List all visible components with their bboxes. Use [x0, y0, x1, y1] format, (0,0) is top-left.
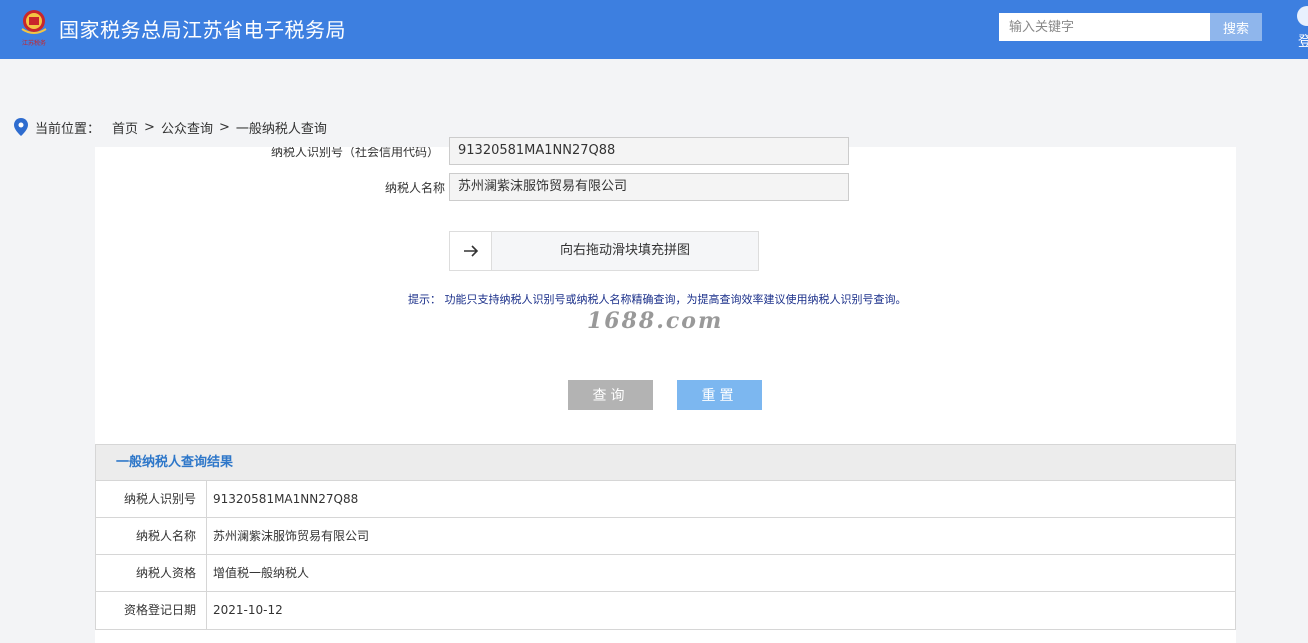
row-value: 2021-10-12 — [213, 603, 283, 617]
top-header: 江苏税务 国家税务总局江苏省电子税务局 搜索 登 — [0, 0, 1308, 59]
slider-handle[interactable] — [450, 232, 492, 270]
breadcrumb: 当前位置： 首页 > 公众查询 > 一般纳税人查询 — [14, 117, 327, 137]
breadcrumb-separator: > — [218, 119, 230, 135]
row-label: 纳税人识别号 — [96, 481, 207, 517]
search-input[interactable] — [999, 13, 1210, 41]
taxpayer-name-label: 纳税人名称 — [384, 181, 445, 195]
reset-button[interactable]: 重置 — [677, 380, 762, 410]
site-title: 国家税务总局江苏省电子税务局 — [59, 18, 346, 42]
results-title: 一般纳税人查询结果 — [96, 445, 1235, 481]
breadcrumb-label: 当前位置： — [35, 121, 101, 137]
row-value: 增值税一般纳税人 — [213, 566, 310, 580]
row-value: 苏州澜紫沫服饰贸易有限公司 — [213, 529, 370, 543]
login-link[interactable]: 登 — [1298, 31, 1308, 51]
row-label: 资格登记日期 — [96, 592, 207, 629]
taxpayer-name-field[interactable]: 苏州澜紫沫服饰贸易有限公司 — [449, 173, 849, 201]
breadcrumb-separator: > — [144, 119, 155, 135]
tax-id-field[interactable]: 91320581MA1NN27Q88 — [449, 137, 849, 165]
location-pin-icon — [14, 118, 28, 136]
slider-instruction: 向右拖动滑块填充拼图 — [559, 243, 690, 258]
user-icon[interactable] — [1297, 6, 1308, 26]
table-row: 纳税人资格 增值税一般纳税人 — [96, 555, 1235, 592]
watermark: 1688.com — [587, 308, 724, 334]
row-label: 纳税人名称 — [96, 518, 207, 554]
breadcrumb-current: 一般纳税人查询 — [235, 121, 327, 137]
query-hint: 提示： 功能只支持纳税人识别号或纳税人名称精确查询，为提高查询效率建议使用纳税人… — [408, 293, 907, 306]
row-value: 91320581MA1NN27Q88 — [213, 492, 359, 506]
breadcrumb-home[interactable]: 首页 — [112, 118, 138, 137]
search-button[interactable]: 搜索 — [1210, 13, 1262, 41]
captcha-slider[interactable]: 向右拖动滑块填充拼图 — [449, 231, 759, 271]
breadcrumb-public-query[interactable]: 公众查询 — [161, 118, 213, 137]
query-button[interactable]: 查询 — [568, 380, 653, 410]
query-panel: 纳税人识别号（社会信用代码） 91320581MA1NN27Q88 纳税人名称 … — [95, 137, 1236, 643]
results-table: 一般纳税人查询结果 纳税人识别号 91320581MA1NN27Q88 纳税人名… — [95, 444, 1236, 630]
row-label: 纳税人资格 — [96, 555, 207, 591]
tax-id-label: 纳税人识别号（社会信用代码） — [270, 145, 439, 159]
table-row: 纳税人识别号 91320581MA1NN27Q88 — [96, 481, 1235, 518]
logo-caption: 江苏税务 — [22, 39, 46, 47]
arrow-right-icon — [463, 245, 478, 257]
table-row: 纳税人名称 苏州澜紫沫服饰贸易有限公司 — [96, 518, 1235, 555]
table-row: 资格登记日期 2021-10-12 — [96, 592, 1235, 629]
tax-emblem-logo[interactable]: 江苏税务 — [18, 7, 50, 49]
